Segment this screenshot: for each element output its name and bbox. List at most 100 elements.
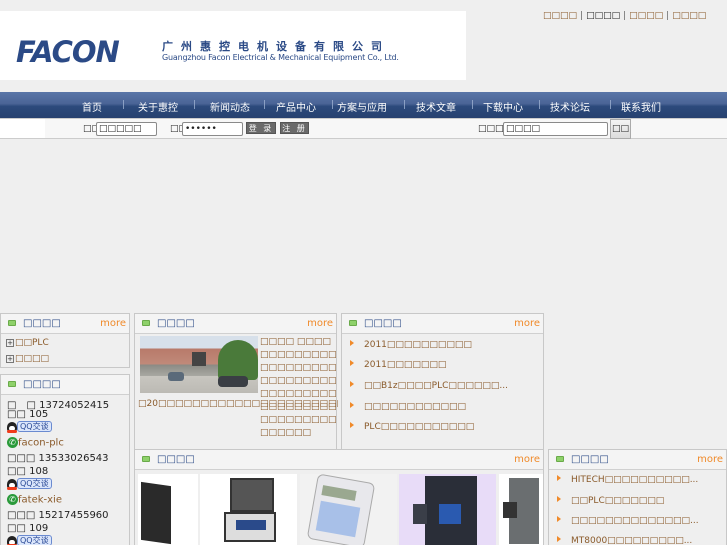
contact-ext: □□ 105: [7, 409, 49, 420]
about-text: □□□□ □□□□□□□□□□□□□□□□□□□□□□□□□□□□□□□□□□□…: [260, 337, 337, 438]
article-item[interactable]: MT8000□□□□□□□□□...: [557, 536, 692, 545]
bullet-arrow-icon: [350, 381, 354, 387]
product-image-test-case[interactable]: [200, 474, 297, 545]
product-image-plc-module[interactable]: [138, 474, 198, 545]
decorative-block: [0, 119, 45, 138]
top-link-4[interactable]: □□□□: [672, 11, 706, 21]
product-image-plc-unit[interactable]: [399, 474, 496, 545]
qq-penguin-icon: [7, 478, 17, 490]
qq-chat-button[interactable]: QQ交谈: [7, 421, 52, 433]
news-item[interactable]: 2011□□□□□□□□□□: [350, 340, 472, 350]
nav-articles[interactable]: 技术文章: [416, 99, 456, 114]
login-button[interactable]: 登 录: [246, 122, 276, 134]
panel-header: □□□□: [1, 375, 129, 395]
about-panel: □□□□ more □□□□ □□□□□□□□□□□□□□□□□□□□□□□□□…: [134, 313, 338, 450]
skype-contact[interactable]: ✆ fatek-xie: [7, 494, 62, 506]
separator: |: [666, 11, 670, 21]
expand-icon[interactable]: +: [6, 338, 14, 347]
panel-header: □□□□ more: [135, 314, 336, 334]
panel-title: □□□□: [364, 318, 402, 329]
news-item[interactable]: PLC□□□□□□□□□□□: [350, 422, 474, 432]
more-link[interactable]: more: [697, 454, 723, 465]
bullet-arrow-icon: [350, 422, 354, 428]
news-panel: □□□□ more 2011□□□□□□□□□□ 2011□□□□□□□ □□B…: [341, 313, 544, 450]
article-item[interactable]: □□PLC□□□□□□□: [557, 496, 664, 506]
contact-phone: □□□ 13533026543: [7, 453, 109, 464]
skype-contact[interactable]: ✆ facon-plc: [7, 437, 64, 449]
company-building-photo: [140, 336, 258, 393]
nav-separator: |: [538, 100, 542, 110]
speech-bubble-icon: [8, 381, 16, 387]
more-link[interactable]: more: [307, 318, 333, 329]
tech-articles-panel: □□□□ more HITECH□□□□□□□□□□... □□PLC□□□□□…: [548, 449, 727, 545]
qq-chat-label: QQ交谈: [17, 535, 52, 545]
product-image-handheld-programmer[interactable]: [300, 474, 397, 545]
password-input[interactable]: [182, 122, 243, 136]
qq-penguin-icon: [7, 535, 17, 545]
more-link[interactable]: more: [514, 318, 540, 329]
nav-forum[interactable]: 技术论坛: [550, 99, 590, 114]
expand-icon[interactable]: +: [6, 354, 14, 363]
nav-products[interactable]: 产品中心: [276, 99, 316, 114]
products-panel: □□□□ more: [134, 449, 544, 545]
category-item[interactable]: + □□□□: [6, 354, 49, 364]
login-search-bar: □□: □□: 登 录 注 册 □□□□□ □□: [0, 118, 727, 139]
contact-ext: □□ 109: [7, 523, 49, 534]
news-item[interactable]: □□□□□□□□□□□□: [350, 402, 466, 412]
product-image-plc-side-module[interactable]: [499, 474, 543, 545]
panel-header: □□□□ more: [1, 314, 129, 334]
skype-icon: ✆: [7, 494, 18, 505]
company-name-cn: 广州惠控电机设备有限公司: [162, 40, 390, 53]
more-link[interactable]: more: [100, 318, 126, 329]
category-label: □□□□: [15, 354, 50, 364]
article-item[interactable]: □□□□□□□□□□□□□□...: [557, 516, 699, 526]
search-button[interactable]: □□: [610, 119, 631, 139]
search-input[interactable]: [503, 122, 608, 136]
nav-separator: |: [331, 100, 335, 110]
panel-title: □□□□: [23, 318, 61, 329]
top-link-2[interactable]: □□□□: [586, 11, 620, 21]
speech-bubble-icon: [349, 320, 357, 326]
nav-separator: |: [263, 100, 267, 110]
category-item[interactable]: + □□PLC: [6, 338, 49, 348]
register-button[interactable]: 注 册: [280, 122, 309, 134]
nav-separator: |: [471, 100, 475, 110]
nav-about[interactable]: 关于惠控: [138, 99, 178, 114]
qq-chat-label: QQ交谈: [17, 421, 52, 432]
nav-downloads[interactable]: 下载中心: [483, 99, 523, 114]
news-item[interactable]: 2011□□□□□□□: [350, 360, 446, 370]
nav-news[interactable]: 新闻动态: [210, 99, 250, 114]
nav-separator: |: [403, 100, 407, 110]
top-link-1[interactable]: □□□□: [543, 11, 577, 21]
top-link-3[interactable]: □□□□: [629, 11, 663, 21]
panel-title: □□□□: [157, 454, 195, 465]
nav-separator: |: [193, 100, 197, 110]
logo-wordmark: FACON: [16, 35, 120, 69]
skype-icon: ✆: [7, 437, 18, 448]
qq-chat-label: QQ交谈: [17, 478, 52, 489]
nav-separator: |: [609, 100, 613, 110]
separator: |: [623, 11, 627, 21]
news-item[interactable]: □□B1z□□□□PLC□□□□□□...: [350, 381, 508, 391]
bullet-arrow-icon: [350, 340, 354, 346]
logo-banner[interactable]: FACON 广州惠控电机设备有限公司 Guangzhou Facon Elect…: [0, 11, 466, 80]
nav-home[interactable]: 首页: [82, 99, 102, 114]
main-nav: 首页 | 关于惠控 | 新闻动态 | 产品中心 | 方案与应用 | 技术文章 |…: [0, 92, 727, 118]
qq-chat-button[interactable]: QQ交谈: [7, 535, 52, 545]
speech-bubble-icon: [142, 320, 150, 326]
nav-contact[interactable]: 联系我们: [621, 99, 661, 114]
username-input[interactable]: [96, 122, 157, 136]
company-name-en: Guangzhou Facon Electrical & Mechanical …: [162, 53, 399, 62]
panel-title: □□□□: [157, 318, 195, 329]
contact-phone: □□□ 15217455960: [7, 510, 109, 521]
more-link[interactable]: more: [514, 454, 540, 465]
nav-solutions[interactable]: 方案与应用: [337, 99, 387, 114]
bullet-arrow-icon: [557, 516, 561, 522]
qq-chat-button[interactable]: QQ交谈: [7, 478, 52, 490]
article-item[interactable]: HITECH□□□□□□□□□□...: [557, 475, 698, 485]
panel-title: □□□□: [571, 454, 609, 465]
panel-header: □□□□ more: [135, 450, 543, 470]
bullet-arrow-icon: [557, 536, 561, 542]
panel-title: □□□□: [23, 379, 61, 390]
about-text-continued[interactable]: □20□□□□□□□□□□□□□□□□□□□□□□□□□□□□□□□□□□□□.…: [138, 399, 338, 409]
